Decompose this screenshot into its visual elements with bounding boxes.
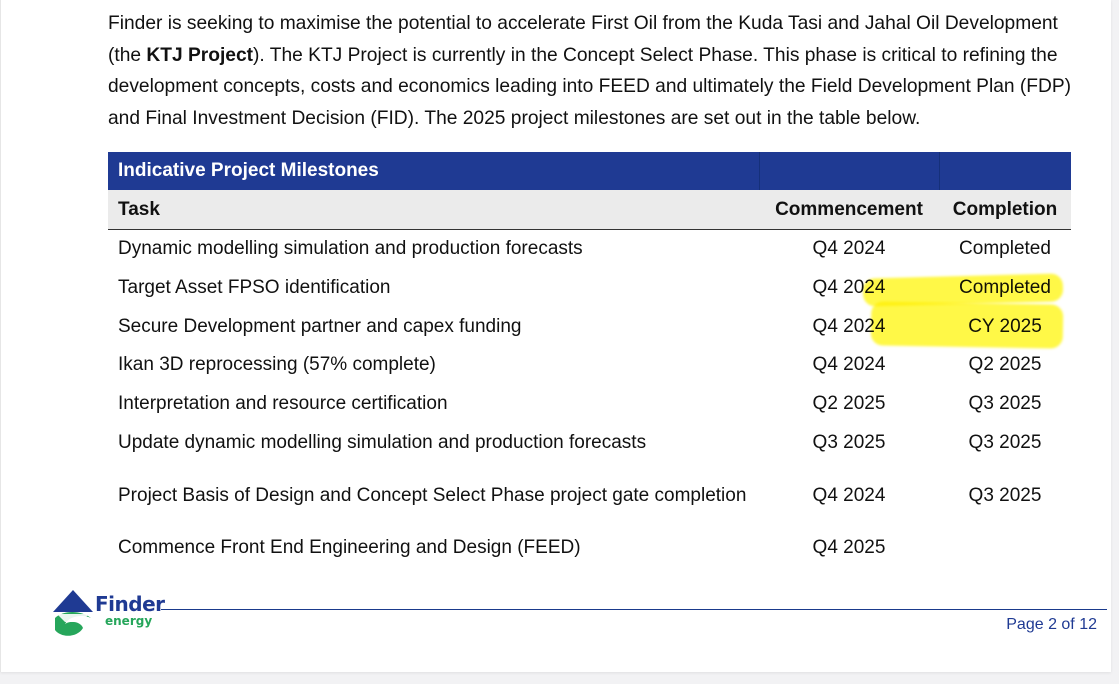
commencement-cell: Q4 2025 xyxy=(812,537,886,559)
commencement-cell: Q3 2025 xyxy=(812,431,886,453)
document-page: Finder is seeking to maximise the potent… xyxy=(0,0,1111,672)
completion-cell: Completed xyxy=(959,238,1051,260)
header-task: Task xyxy=(108,190,759,230)
completion-cell xyxy=(939,529,1071,568)
table-row: Dynamic modelling simulation and product… xyxy=(108,230,1071,269)
completion-cell: Completed xyxy=(959,277,1051,299)
header-commencement: Commencement xyxy=(759,190,939,230)
task-cell: Target Asset FPSO identification xyxy=(118,277,391,299)
table-row: Secure Development partner and capex fun… xyxy=(108,307,1071,346)
table-title-row: Indicative Project Milestones xyxy=(108,152,1071,190)
task-cell: Ikan 3D reprocessing (57% complete) xyxy=(118,354,436,376)
logo-wordmark: Finder xyxy=(95,592,165,616)
commencement-cell: Q4 2024 xyxy=(812,315,886,337)
header-completion: Completion xyxy=(939,190,1071,230)
table-row: Commence Front End Engineering and Desig… xyxy=(108,529,1071,568)
commencement-cell: Q4 2024 xyxy=(812,354,886,376)
intro-paragraph: Finder is seeking to maximise the potent… xyxy=(108,8,1083,134)
commencement-cell: Q4 2024 xyxy=(812,484,886,506)
task-cell: Dynamic modelling simulation and product… xyxy=(118,238,583,260)
table-row: Target Asset FPSO identification Q4 2024… xyxy=(108,269,1071,308)
commencement-cell: Q4 2024 xyxy=(812,238,886,260)
footer-rule xyxy=(161,609,1107,610)
completion-cell: CY 2025 xyxy=(968,315,1042,337)
table-title-spacer xyxy=(759,152,940,190)
task-cell: Update dynamic modelling simulation and … xyxy=(118,431,647,453)
table-header-row: Task Commencement Completion xyxy=(108,190,1071,230)
table-row: Update dynamic modelling simulation and … xyxy=(108,423,1071,462)
completion-cell: Q2 2025 xyxy=(968,354,1042,376)
milestones-table: Indicative Project Milestones Task Comme… xyxy=(108,152,1071,568)
table-title-spacer xyxy=(939,152,1071,190)
task-cell: Secure Development partner and capex fun… xyxy=(118,315,522,337)
page-number: Page 2 of 12 xyxy=(1006,616,1097,633)
completion-cell: Q3 2025 xyxy=(968,393,1042,415)
completion-cell: Q3 2025 xyxy=(968,431,1042,453)
completion-cell: Q3 2025 xyxy=(968,484,1042,506)
task-cell: Interpretation and resource certificatio… xyxy=(118,393,448,415)
intro-project-name: KTJ Project xyxy=(146,44,254,66)
task-cell: Project Basis of Design and Concept Sele… xyxy=(118,484,747,506)
table-row: Ikan 3D reprocessing (57% complete) Q4 2… xyxy=(108,346,1071,385)
commencement-cell: Q4 2024 xyxy=(812,277,886,299)
table-row: Project Basis of Design and Concept Sele… xyxy=(108,462,1071,529)
table-title: Indicative Project Milestones xyxy=(108,152,760,190)
commencement-cell: Q2 2025 xyxy=(812,393,886,415)
intro-text-end: ). The KTJ Project is currently in the C… xyxy=(108,44,1072,129)
table-row: Interpretation and resource certificatio… xyxy=(108,385,1071,424)
task-cell: Commence Front End Engineering and Desig… xyxy=(118,537,581,559)
logo-subtext: energy xyxy=(105,614,153,628)
